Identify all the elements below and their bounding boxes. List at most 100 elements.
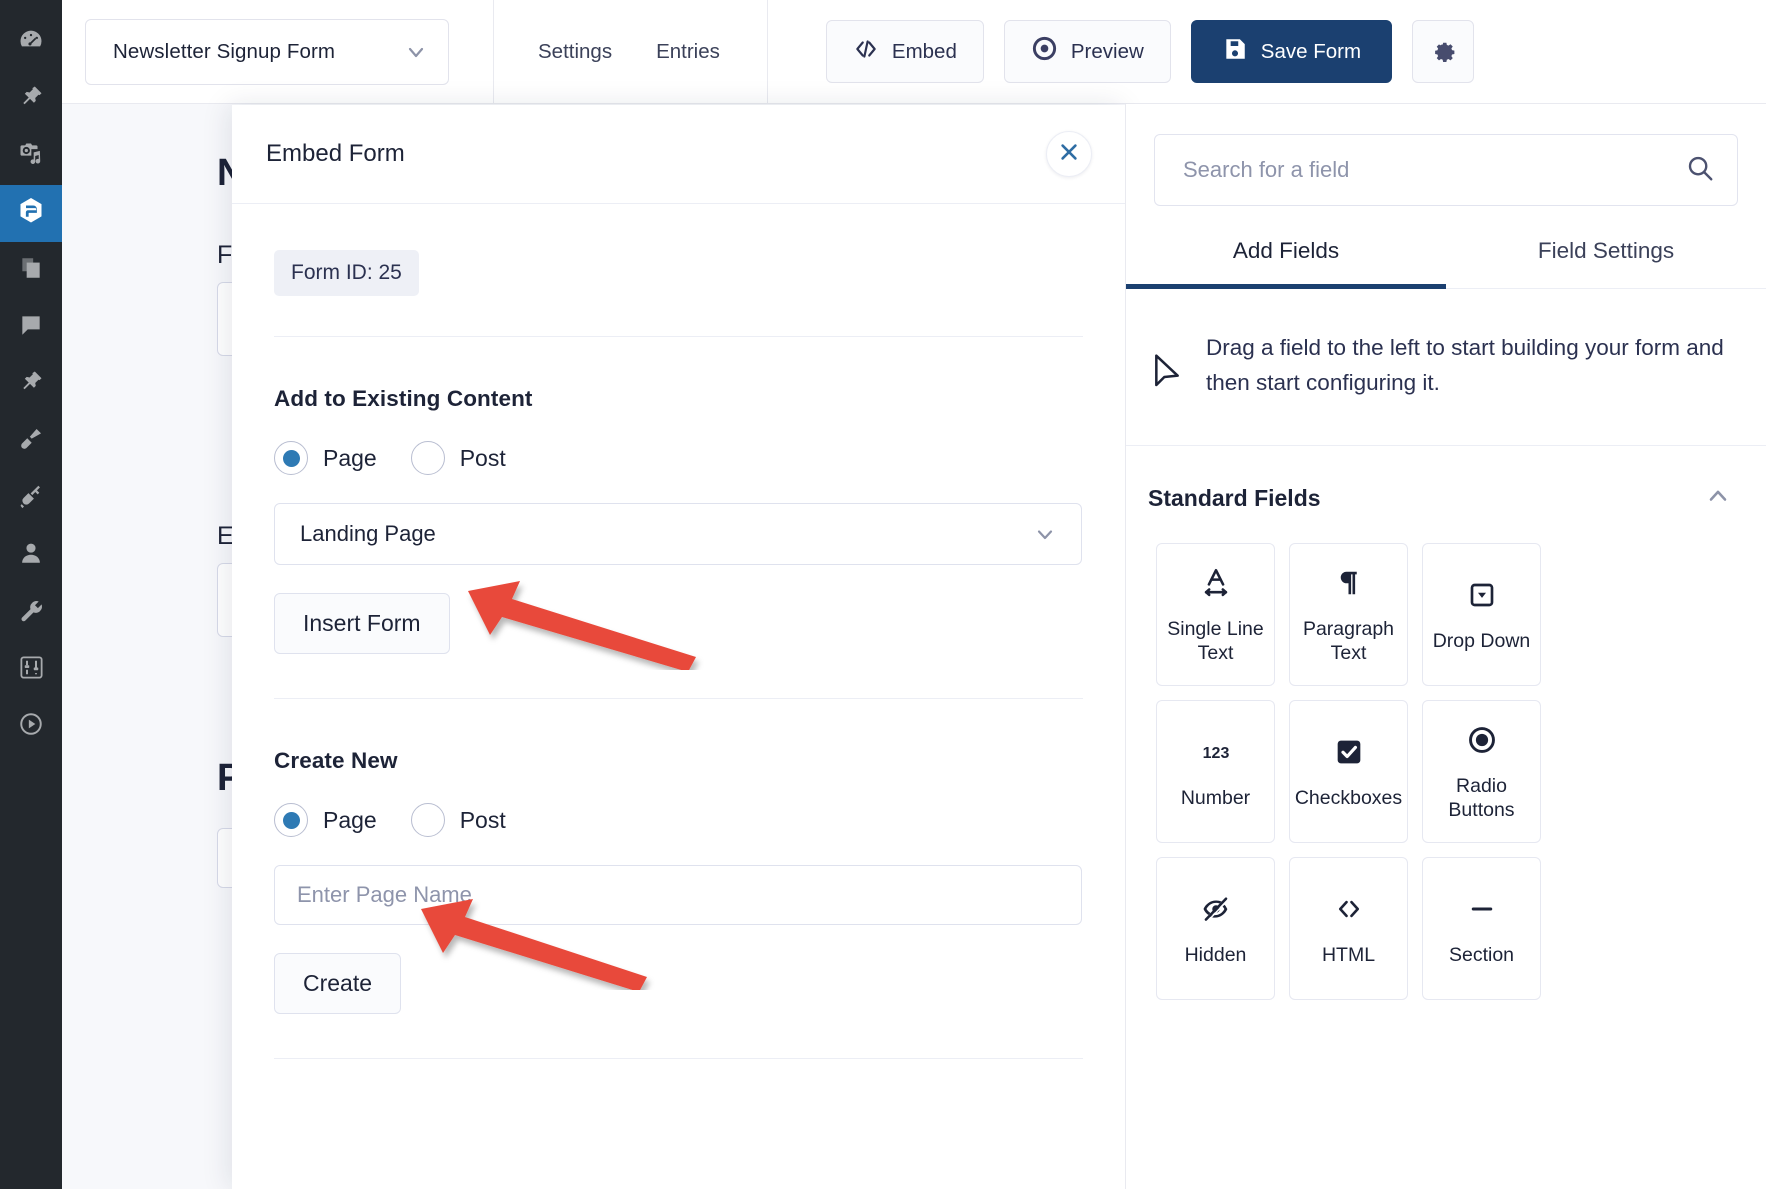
close-x-icon <box>1058 141 1080 168</box>
field-card-html[interactable]: HTML <box>1289 856 1408 1000</box>
form-switcher-dropdown[interactable]: Newsletter Signup Form <box>85 18 449 85</box>
form-editor-app: Newsletter Signup Form Settings Entries … <box>0 0 1766 1189</box>
preview-button[interactable]: Preview <box>1003 20 1171 83</box>
eye-target-icon <box>1031 35 1058 68</box>
appearance-brush-icon <box>17 425 45 458</box>
existing-radio-page[interactable]: Page <box>274 441 377 475</box>
sidebar-item-appearance[interactable] <box>0 413 62 470</box>
add-to-existing-content-section: Add to Existing Content Page Post Landin… <box>274 337 1083 699</box>
field-card-label: Single Line Text <box>1167 617 1264 665</box>
radio-filled-icon <box>1466 720 1498 760</box>
field-card-label: Number <box>1180 787 1251 810</box>
create-new-title: Create New <box>274 748 398 773</box>
standard-fields-header[interactable]: Standard Fields <box>1126 446 1766 543</box>
save-form-button[interactable]: Save Form <box>1190 20 1393 83</box>
create-new-section: Create New Page Post Create <box>274 699 1083 1059</box>
form-switcher-label: Newsletter Signup Form <box>113 39 336 63</box>
radio-unselected-indicator <box>410 441 445 475</box>
field-card-radio-buttons[interactable]: Radio Buttons <box>1422 699 1541 843</box>
create-button[interactable]: Create <box>274 953 402 1014</box>
create-radio-post-label: Post <box>459 806 506 833</box>
search-wrap <box>1126 104 1766 206</box>
field-card-drop-down[interactable]: Drop Down <box>1422 542 1541 686</box>
panel-tabs: Add Fields Field Settings <box>1126 238 1766 289</box>
tab-field-settings[interactable]: Field Settings <box>1446 238 1766 288</box>
pilcrow-icon <box>1334 563 1364 603</box>
editor-tabs: Settings Entries <box>493 0 768 104</box>
svg-text:123: 123 <box>1202 745 1229 762</box>
chevron-down-icon <box>1033 522 1057 546</box>
form-settings-button[interactable] <box>1412 20 1475 83</box>
existing-radio-post[interactable]: Post <box>410 441 506 475</box>
radio-selected-indicator <box>274 441 308 475</box>
embed-form-modal: Embed Form Form ID: 25 Add to Existing C… <box>232 105 1125 1189</box>
existing-content-type-radiogroup: Page Post <box>274 441 1083 475</box>
standard-fields-grid: Single Line Text Paragraph Text Drop Dow… <box>1126 542 1766 1024</box>
sidebar-item-plugins[interactable] <box>0 470 62 527</box>
sidebar-item-tools[interactable] <box>0 584 62 641</box>
sidebar-item-media-play[interactable] <box>0 698 62 755</box>
create-radio-post[interactable]: Post <box>410 803 506 837</box>
settings-sliders-icon <box>18 654 45 686</box>
field-card-label: Drop Down <box>1432 630 1531 653</box>
drag-hint: Drag a field to the left to start buildi… <box>1126 289 1766 446</box>
letter-a-arrows-icon <box>1199 563 1233 603</box>
search-magnifier-icon[interactable] <box>1685 153 1715 188</box>
preview-button-label: Preview <box>1070 39 1144 63</box>
field-card-number[interactable]: 123 Number <box>1156 699 1275 843</box>
search-box[interactable] <box>1154 134 1738 206</box>
add-to-existing-title: Add to Existing Content <box>274 386 533 411</box>
embed-button-label: Embed <box>891 39 957 63</box>
create-content-type-radiogroup: Page Post <box>274 803 1083 837</box>
create-radio-page-label: Page <box>323 806 377 833</box>
pin-icon <box>18 84 44 115</box>
field-card-section[interactable]: Section <box>1422 856 1541 1000</box>
radio-unselected-indicator <box>410 803 445 837</box>
insert-form-button[interactable]: Insert Form <box>274 593 450 654</box>
tab-add-fields[interactable]: Add Fields <box>1126 238 1446 289</box>
digits-123-icon: 123 <box>1196 732 1236 772</box>
gear-icon <box>1428 34 1458 69</box>
field-card-paragraph-text[interactable]: Paragraph Text <box>1289 542 1408 686</box>
tab-entries[interactable]: Entries <box>656 40 720 64</box>
field-card-label: Section <box>1448 944 1515 967</box>
dashboard-gauge-icon <box>17 26 45 59</box>
existing-radio-page-label: Page <box>323 444 377 471</box>
sidebar-item-users[interactable] <box>0 527 62 584</box>
floppy-disk-icon <box>1222 36 1248 68</box>
modal-header: Embed Form <box>232 105 1125 204</box>
sidebar-item-pages[interactable] <box>0 242 62 299</box>
embed-button[interactable]: Embed <box>825 20 984 83</box>
plugin-pin-icon <box>18 369 44 400</box>
editor-toolbar: Newsletter Signup Form Settings Entries … <box>62 0 1766 104</box>
sidebar-item-settings[interactable] <box>0 641 62 698</box>
sidebar-item-gravity-forms[interactable] <box>0 185 62 242</box>
field-card-hidden[interactable]: Hidden <box>1156 856 1275 1000</box>
pages-copy-icon <box>18 255 44 286</box>
chevron-up-icon[interactable] <box>1704 482 1732 515</box>
search-input[interactable] <box>1183 157 1685 183</box>
sidebar-item-comments[interactable] <box>0 299 62 356</box>
modal-title: Embed Form <box>266 140 405 167</box>
new-page-name-input[interactable] <box>274 865 1082 925</box>
existing-page-select[interactable]: Landing Page <box>274 503 1082 565</box>
sidebar-item-media[interactable] <box>0 128 62 185</box>
sidebar-item-plugin-pin[interactable] <box>0 356 62 413</box>
radio-selected-indicator <box>274 803 308 837</box>
modal-body: Form ID: 25 Add to Existing Content Page… <box>232 204 1125 1059</box>
existing-page-select-value: Landing Page <box>300 521 436 546</box>
media-camera-music-icon <box>17 140 45 173</box>
sidebar-item-posts[interactable] <box>0 71 62 128</box>
tab-settings[interactable]: Settings <box>538 40 612 64</box>
form-id-badge: Form ID: 25 <box>274 250 419 296</box>
plugins-plug-icon <box>17 482 45 515</box>
modal-close-button[interactable] <box>1046 131 1092 177</box>
form-id-section: Form ID: 25 <box>274 204 1083 337</box>
field-card-checkboxes[interactable]: Checkboxes <box>1289 699 1408 843</box>
create-radio-page[interactable]: Page <box>274 803 377 837</box>
toolbar-actions: Embed Preview Save Form <box>825 20 1475 83</box>
sidebar-item-dashboard[interactable] <box>0 14 62 71</box>
horizontal-line-icon <box>1465 889 1499 929</box>
field-card-single-line-text[interactable]: Single Line Text <box>1156 542 1275 686</box>
dropdown-box-icon <box>1466 575 1498 615</box>
